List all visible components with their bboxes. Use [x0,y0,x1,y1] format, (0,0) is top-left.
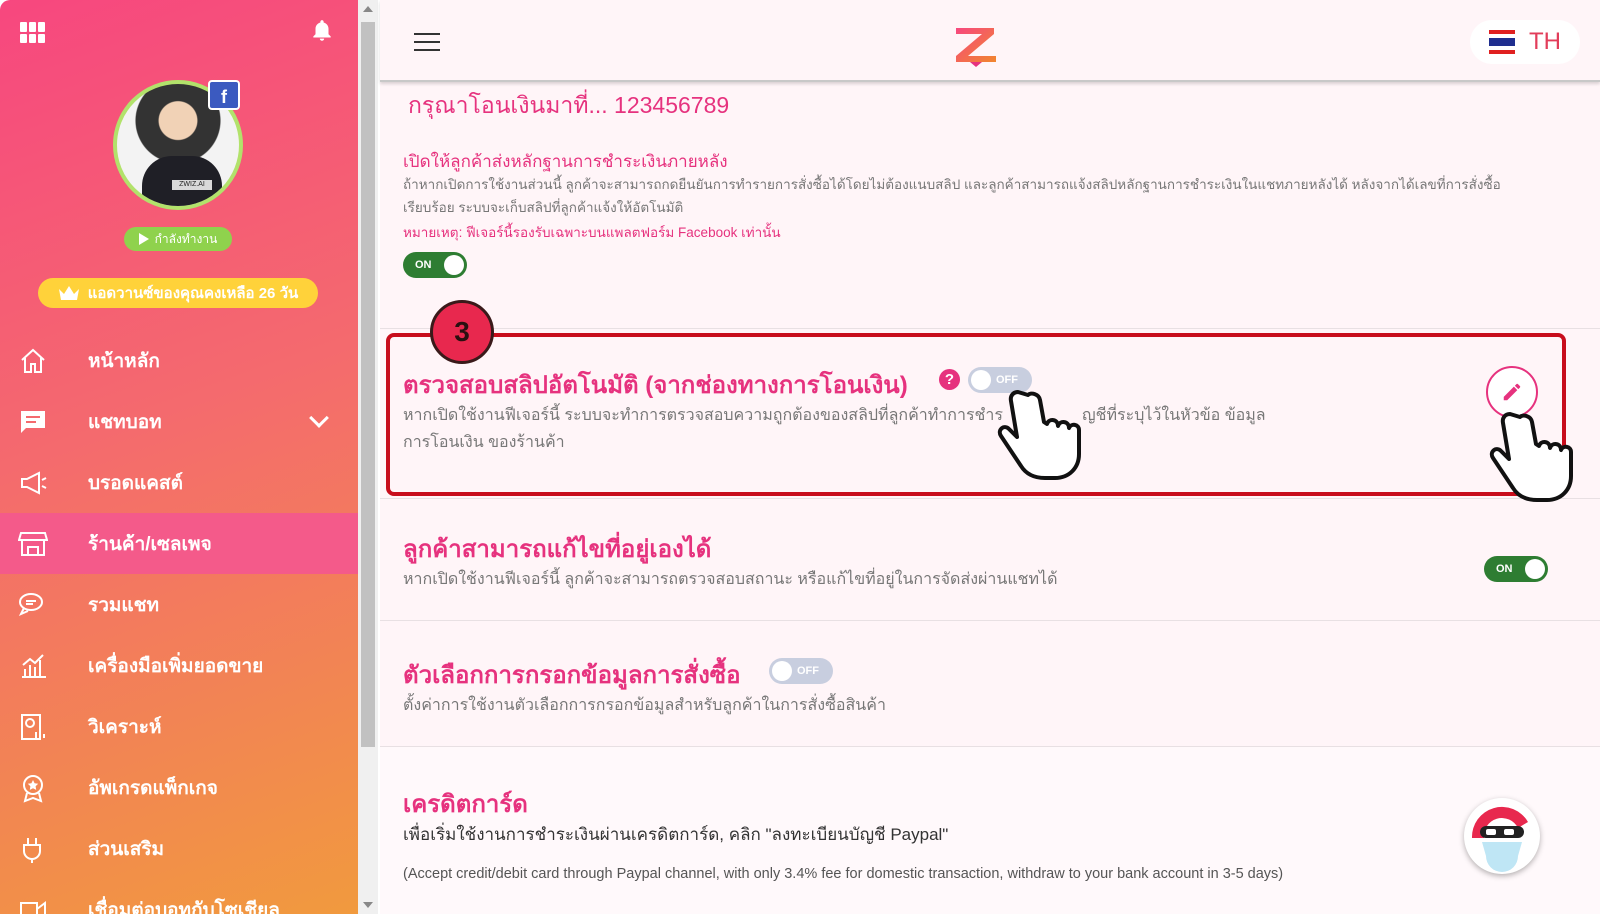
slip-later-toggle[interactable]: ON [403,252,467,278]
chatbot-launcher-button[interactable] [1464,798,1540,874]
sidebar-item-label: เชื่อมต่อบอทกับโซเชียล [88,899,280,914]
sidebar-nav: หน้าหลัก แชทบอท บรอดแคสต์ ร้านค้า/เซลเพจ… [0,330,358,914]
edit-address-toggle[interactable]: ON [1484,556,1548,582]
credit-card-note: (Accept credit/debit card through Paypal… [403,866,1284,882]
sidebar-item-label: อัพเกรดแพ็กเกจ [88,777,218,799]
sidebar-item-analytics[interactable]: วิเคราะห์ [0,696,358,757]
sidebar-item-addons[interactable]: ส่วนเสริม [0,818,358,879]
slip-later-desc-2: เรียบร้อย ระบบจะเก็บสลิปที่ลูกค้าแจ้งให้… [403,200,684,215]
plugin-icon [23,837,41,863]
scrollbar-thumb[interactable] [361,22,375,747]
sidebar-item-sales-tools[interactable]: เครื่องมือเพิ่มยอดขาย [0,635,358,696]
sidebar-item-connect[interactable]: เชื่อมต่อบอทกับโซเชียล [0,879,358,914]
trial-remaining-label: แอดวานซ์ของคุณคงเหลือ 26 วัน [87,285,299,302]
sidebar-item-upgrade[interactable]: อัพเกรดแพ็กเกจ [0,757,358,818]
robot-mascot-icon [1466,800,1538,872]
step-number-badge: 3 [430,300,494,364]
transfer-notice: กรุณาโอนเงินมาที่... 123456789 [408,92,730,118]
credit-card-section: เครดิตการ์ด เพื่อเริ่มใช้งานการชำระเงินผ… [380,746,1600,914]
sidebar-item-label: ส่วนเสริม [88,838,165,860]
sidebar-item-label: รวมแชท [88,594,160,616]
sidebar-item-chatbot[interactable]: แชทบอท [0,391,358,452]
hamburger-menu-icon[interactable] [414,33,440,51]
sidebar-item-label: แชทบอท [88,411,162,433]
sidebar-item-label: เครื่องมือเพิ่มยอดขาย [88,655,264,677]
sidebar-item-home[interactable]: หน้าหลัก [0,330,358,391]
edit-address-section: ลูกค้าสามารถแก้ไขที่อยู่เองได้ หากเปิดใช… [380,498,1600,620]
toggle-label: OFF [797,665,819,677]
slip-later-note: หมายเหตุ: ฟีเจอร์นี้รองรับเฉพาะบนแพลตฟอร… [403,225,781,240]
bell-icon[interactable] [309,18,335,44]
apps-grid-icon[interactable] [20,22,45,43]
bot-status-label: กำลังทำงาน [154,231,218,246]
sidebar-item-broadcast[interactable]: บรอดแคสต์ [0,452,358,513]
order-options-section: ตัวเลือกการกรอกข้อมูลการสั่งซื้อ OFF ตั้… [380,620,1600,746]
toggle-knob [1525,559,1545,579]
scroll-up-arrow-icon[interactable] [363,6,373,12]
order-options-title: ตัวเลือกการกรอกข้อมูลการสั่งซื้อ [403,662,741,689]
slip-later-desc-1: ถ้าหากเปิดการใช้งานส่วนนี้ ลูกค้าจะสามาร… [403,177,1501,192]
profile-avatar-wrap: ZWIZ.AI f [113,80,243,210]
pointer-hand-icon-2 [1489,412,1573,502]
toggle-label: ON [1496,563,1513,575]
pencil-icon [1503,383,1521,401]
play-icon [138,233,149,245]
badge-icon [23,774,43,803]
chart-icon [22,653,46,678]
sidebar-item-label: วิเคราะห์ [88,716,162,738]
sidebar-scrollbar[interactable] [358,0,378,914]
credit-card-title: เครดิตการ์ด [403,791,528,818]
connect-icon [20,900,46,914]
sidebar: ZWIZ.AI f กำลังทำงาน แอดวานซ์ของคุณคงเหล… [0,0,358,914]
zwiz-logo-icon[interactable] [952,22,1002,68]
order-options-toggle[interactable]: OFF [769,658,833,684]
chats-icon [18,592,43,616]
sidebar-item-store[interactable]: ร้านค้า/เซลเพจ [0,513,358,574]
highlight-box [386,333,1566,496]
sidebar-item-inbox[interactable]: รวมแชท [0,574,358,635]
edit-address-title: ลูกค้าสามารถแก้ไขที่อยู่เองได้ [403,536,712,563]
thai-flag-icon [1489,30,1515,54]
megaphone-icon [21,470,47,495]
crown-icon [58,286,79,300]
toggle-knob [772,661,792,681]
slip-later-title: เปิดให้ลูกค้าส่งหลักฐานการชำระเงินภายหลั… [403,152,728,171]
slip-later-section: เปิดให้ลูกค้าส่งหลักฐานการชำระเงินภายหลั… [380,140,1600,326]
store-icon [18,531,48,556]
home-icon [21,348,45,373]
trial-remaining-badge[interactable]: แอดวานซ์ของคุณคงเหลือ 26 วัน [38,278,318,308]
sidebar-item-label: ร้านค้า/เซลเพจ [88,533,212,555]
analytics-icon [21,713,45,740]
language-switch-button[interactable]: TH [1470,20,1580,64]
toggle-label: ON [415,259,432,271]
bot-status-badge[interactable]: กำลังทำงาน [124,227,232,251]
sidebar-item-label: หน้าหลัก [88,350,160,372]
sidebar-item-label: บรอดแคสต์ [88,472,183,494]
scroll-down-arrow-icon[interactable] [363,902,373,908]
language-label: TH [1529,28,1561,55]
edit-address-desc: หากเปิดใช้งานฟีเจอร์นี้ ลูกค้าจะสามารถตร… [403,571,1058,588]
credit-card-desc: เพื่อเริ่มใช้งานการชำระเงินผ่านเครดิตการ… [403,825,949,844]
sidebar-top [0,0,358,60]
pointer-hand-icon [997,390,1081,480]
chat-icon [21,410,45,433]
chevron-down-icon[interactable] [309,408,329,428]
facebook-icon: f [208,80,240,110]
top-bar: TH [380,0,1600,82]
toggle-knob [444,255,464,275]
order-options-desc: ตั้งค่าการใช้งานตัวเลือกการกรอกข้อมูลสำห… [403,697,886,714]
